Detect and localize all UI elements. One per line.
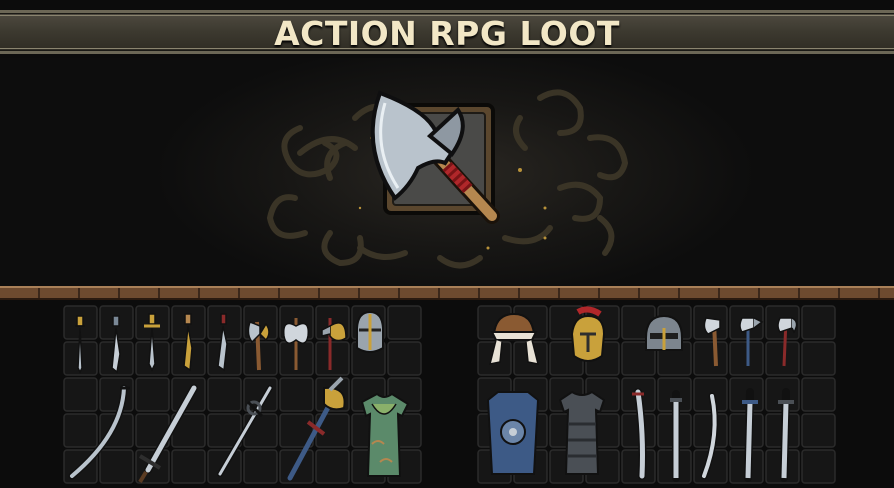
- great-helm-icon[interactable]: [356, 310, 384, 353]
- leather-armor-icon[interactable]: [558, 390, 606, 475]
- inventory-grid-left: [62, 304, 427, 488]
- nasal-helm-icon[interactable]: [645, 314, 683, 351]
- wood-divider: [0, 286, 894, 300]
- page-title: ACTION RPG LOOT: [274, 14, 620, 53]
- featured-item-showcase: [0, 58, 894, 286]
- title-banner: ACTION RPG LOOT: [0, 10, 894, 54]
- shield-armor-icon[interactable]: [486, 391, 540, 475]
- inventory-grid-right: [476, 304, 841, 488]
